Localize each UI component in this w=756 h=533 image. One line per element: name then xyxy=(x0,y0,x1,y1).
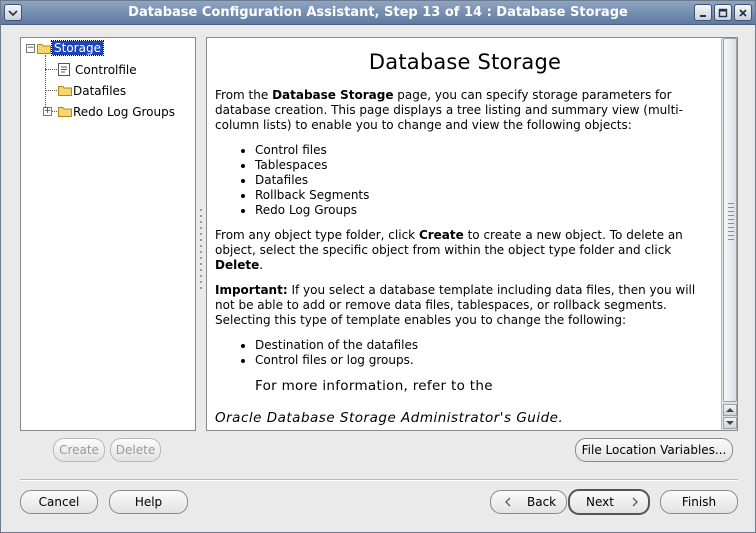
list-item: Control files or log groups. xyxy=(255,353,715,368)
next-label: Next xyxy=(586,495,614,509)
grip-line xyxy=(728,211,734,212)
minimize-icon xyxy=(700,14,706,17)
separator xyxy=(20,479,738,481)
tree-connector xyxy=(45,69,57,70)
help-panel: Database Storage From the Database Stora… xyxy=(206,37,738,431)
tree-node-datafiles[interactable]: Datafiles xyxy=(73,84,126,98)
grip-line xyxy=(728,203,734,204)
close-button[interactable] xyxy=(734,4,752,21)
maximize-icon xyxy=(718,8,728,17)
bold-text: Database Storage xyxy=(272,88,394,102)
list-item: Redo Log Groups xyxy=(255,203,715,218)
close-icon xyxy=(739,8,747,17)
vertical-scrollbar[interactable] xyxy=(721,38,737,430)
text: If you select a database template includ… xyxy=(215,283,696,327)
dbca-window: Database Configuration Assistant, Step 1… xyxy=(0,0,756,533)
arrow-up-icon xyxy=(726,408,734,412)
text: From any object type folder, click xyxy=(215,228,419,242)
bold-text: Important: xyxy=(215,283,288,297)
grip-line xyxy=(728,227,734,228)
delete-button[interactable]: Delete xyxy=(110,438,161,462)
help-heading: Database Storage xyxy=(368,50,562,74)
folder-icon xyxy=(58,107,72,117)
grip-line xyxy=(728,235,734,236)
window-title: Database Configuration Assistant, Step 1… xyxy=(128,5,628,20)
more-info-text: For more information, refer to the xyxy=(255,378,493,394)
minimize-button[interactable] xyxy=(694,4,712,21)
objects-list: Control files Tablespaces Datafiles Roll… xyxy=(215,143,715,218)
back-label: Back xyxy=(527,495,557,509)
panel-splitter[interactable] xyxy=(199,209,203,293)
guide-link[interactable]: Oracle Database Storage Administrator's … xyxy=(215,410,715,426)
arrow-down-icon xyxy=(726,421,734,425)
scrollbar-thumb[interactable] xyxy=(723,38,737,402)
back-button[interactable]: Back xyxy=(490,490,567,514)
title-bar[interactable]: Database Configuration Assistant, Step 1… xyxy=(1,1,755,25)
tree-node-controlfile[interactable]: Controlfile xyxy=(75,63,137,77)
grip-line xyxy=(728,219,734,220)
folder-open-icon xyxy=(37,44,51,54)
cancel-label: Cancel xyxy=(38,495,80,509)
storage-tree[interactable]: − Storage Controlfile Datafiles + Redo L… xyxy=(20,37,196,431)
list-item: Rollback Segments xyxy=(255,188,715,203)
tree-node-storage[interactable]: Storage xyxy=(51,40,104,56)
grip-line xyxy=(728,223,734,224)
file-location-variables-button[interactable]: File Location Variables... xyxy=(575,438,733,462)
list-item: Control files xyxy=(255,143,715,158)
text: From the xyxy=(215,88,273,102)
tree-node-redo-log-groups[interactable]: Redo Log Groups xyxy=(73,105,175,119)
help-intro: From the Database Storage page, you can … xyxy=(215,88,715,133)
grip-line xyxy=(728,207,734,208)
bold-text: Delete xyxy=(215,258,260,272)
finish-button[interactable]: Finish xyxy=(660,490,738,514)
next-button[interactable]: Next xyxy=(568,489,650,515)
bold-text: Create xyxy=(418,228,464,242)
list-item: Destination of the datafiles xyxy=(255,338,715,353)
expand-toggle[interactable]: + xyxy=(43,107,52,116)
tree-connector xyxy=(45,90,57,91)
chevron-right-icon xyxy=(632,497,638,507)
help-important: Important: If you select a database temp… xyxy=(215,283,715,328)
chevron-left-icon xyxy=(505,497,511,507)
cancel-button[interactable]: Cancel xyxy=(20,490,98,514)
tree-connector xyxy=(45,55,46,113)
collapse-toggle[interactable]: − xyxy=(26,44,35,53)
scroll-up-button[interactable] xyxy=(723,404,737,416)
help-content: Database Storage From the Database Stora… xyxy=(215,38,715,426)
help-button[interactable]: Help xyxy=(109,490,188,514)
create-button[interactable]: Create xyxy=(53,438,105,462)
help-label: Help xyxy=(134,495,163,509)
list-item: Tablespaces xyxy=(255,158,715,173)
help-create-delete: From any object type folder, click Creat… xyxy=(215,228,715,273)
finish-label: Finish xyxy=(681,495,717,509)
text: . xyxy=(259,258,264,272)
maximize-button[interactable] xyxy=(714,4,732,21)
list-item: Datafiles xyxy=(255,173,715,188)
template-list: Destination of the datafiles Control fil… xyxy=(215,338,715,368)
grip-line xyxy=(728,231,734,232)
scroll-down-button[interactable] xyxy=(723,417,737,429)
folder-icon xyxy=(58,86,72,96)
grip-line xyxy=(728,215,734,216)
document-icon xyxy=(58,63,70,76)
grip-line xyxy=(728,239,734,240)
